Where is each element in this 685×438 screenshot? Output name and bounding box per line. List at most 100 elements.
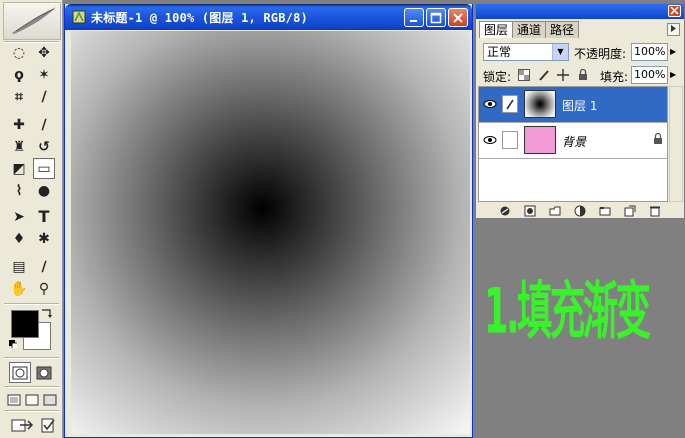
magic-wand-tool-icon: ✶ bbox=[38, 66, 50, 83]
panel-menu-arrow-icon bbox=[671, 25, 676, 32]
notes-tool-icon: ▤ bbox=[12, 258, 26, 275]
crop-tool-button[interactable]: ⌗ bbox=[8, 86, 30, 107]
panel-title-bar[interactable] bbox=[476, 4, 684, 19]
layer-row-layer1[interactable]: 图层 1 bbox=[479, 87, 667, 123]
lock-label: 锁定: bbox=[483, 70, 512, 84]
toolbox: ◌ ✥ ϙ ✶ ⌗ ∕ ✚ ∕ ♜ ↺ ◩ ▭ ⌇ ● ➤ T ♦ ✱ ▤ ∕ ✋ ⚲ bbox=[0, 0, 63, 438]
lasso-tool-button[interactable]: ϙ bbox=[8, 64, 30, 85]
magic-wand-tool-button[interactable]: ✶ bbox=[33, 64, 55, 85]
toolbox-separator bbox=[4, 357, 59, 359]
panel-tabs: 图层 通道 路径 bbox=[479, 21, 580, 38]
jump-to-imageready-button[interactable] bbox=[9, 414, 35, 435]
eye-visibility-icon[interactable] bbox=[482, 132, 498, 148]
toolbox-separator bbox=[4, 303, 59, 305]
background-thumbnail[interactable] bbox=[524, 126, 556, 154]
zoom-tool-button[interactable]: ⚲ bbox=[33, 278, 55, 299]
tab-paths[interactable]: 路径 bbox=[545, 21, 580, 38]
dodge-tool-button[interactable]: ● bbox=[33, 180, 55, 201]
standard-mode-button[interactable] bbox=[9, 362, 31, 383]
blend-mode-value: 正常 bbox=[487, 45, 512, 59]
toolbox-separator bbox=[4, 410, 59, 412]
move-tool-button[interactable]: ✥ bbox=[33, 42, 55, 63]
layer1-thumbnail[interactable] bbox=[524, 90, 556, 118]
photoshop-document-icon bbox=[71, 9, 87, 25]
feather-logo[interactable] bbox=[3, 2, 61, 40]
document-title: 未标题-1 @ 100% (图层 1, RGB/8) bbox=[91, 10, 308, 25]
brush-tool-icon: ∕ bbox=[41, 116, 47, 133]
new-layer-icon[interactable] bbox=[623, 205, 637, 217]
fill-slider-arrow-icon[interactable]: ▶ bbox=[670, 70, 676, 79]
brush-tool-button[interactable]: ∕ bbox=[33, 114, 55, 135]
lasso-tool-icon: ϙ bbox=[14, 66, 24, 83]
brush-edit-icon[interactable] bbox=[502, 95, 518, 113]
blend-mode-select[interactable]: 正常 ▼ bbox=[483, 43, 569, 61]
panel-menu-button[interactable] bbox=[667, 23, 680, 36]
swap-colors-icon[interactable] bbox=[40, 306, 54, 320]
layer-row-background[interactable]: 背景 bbox=[479, 123, 667, 159]
foreground-color-swatch[interactable] bbox=[11, 310, 39, 338]
close-icon bbox=[670, 6, 679, 15]
lock-all-icon[interactable] bbox=[576, 68, 590, 82]
lock-row: 锁定: 填充: 100% ▶ bbox=[476, 65, 684, 85]
eyedropper-tool-button[interactable]: ∕ bbox=[33, 256, 55, 277]
opacity-label: 不透明度: bbox=[574, 47, 627, 61]
checkmark-document-icon bbox=[41, 418, 55, 432]
layers-scrollbar[interactable] bbox=[669, 86, 683, 202]
gradient-tool-button[interactable]: ▭ bbox=[33, 158, 55, 179]
path-selection-tool-button[interactable]: ➤ bbox=[8, 206, 30, 227]
history-brush-tool-button[interactable]: ↺ bbox=[33, 136, 55, 157]
document-title-bar[interactable]: 未标题-1 @ 100% (图层 1, RGB/8) bbox=[65, 4, 472, 30]
pen-tool-button[interactable]: ♦ bbox=[8, 228, 30, 249]
canvas-radial-gradient[interactable] bbox=[71, 31, 470, 434]
tab-channels[interactable]: 通道 bbox=[512, 21, 547, 38]
blur-tool-button[interactable]: ⌇ bbox=[8, 180, 30, 201]
maximize-button[interactable] bbox=[426, 8, 446, 27]
layer-name: 图层 1 bbox=[562, 99, 598, 113]
delete-layer-trash-icon[interactable] bbox=[648, 205, 662, 217]
minimize-button[interactable] bbox=[404, 8, 424, 27]
bridge-button[interactable] bbox=[37, 414, 59, 435]
blur-tool-icon: ⌇ bbox=[15, 182, 23, 199]
new-fill-adjustment-layer-icon[interactable] bbox=[573, 205, 587, 217]
notes-tool-button[interactable]: ▤ bbox=[8, 256, 30, 277]
fill-input[interactable]: 100% bbox=[631, 66, 668, 84]
clone-stamp-tool-icon: ♜ bbox=[12, 138, 26, 155]
link-box[interactable] bbox=[502, 131, 518, 149]
gradient-tool-icon: ▭ bbox=[37, 160, 51, 177]
quick-mask-button[interactable] bbox=[33, 362, 55, 383]
screen-mode-full-button[interactable] bbox=[41, 389, 58, 410]
healing-brush-tool-button[interactable]: ✚ bbox=[8, 114, 30, 135]
screen-mode-menubar-button[interactable] bbox=[23, 389, 40, 410]
add-mask-icon[interactable] bbox=[548, 205, 562, 217]
fill-label: 填充: bbox=[600, 70, 629, 84]
hand-tool-icon: ✋ bbox=[10, 280, 28, 297]
chevron-down-icon: ▼ bbox=[552, 44, 568, 60]
slice-tool-button[interactable]: ∕ bbox=[33, 86, 55, 107]
opacity-slider-arrow-icon[interactable]: ▶ bbox=[670, 47, 676, 56]
imageready-icon bbox=[11, 419, 34, 431]
new-group-icon[interactable] bbox=[598, 205, 612, 217]
eye-visibility-icon[interactable] bbox=[482, 96, 498, 112]
tab-layers[interactable]: 图层 bbox=[479, 21, 514, 38]
hand-tool-button[interactable]: ✋ bbox=[8, 278, 30, 299]
screen-mode-standard-button[interactable] bbox=[5, 389, 22, 410]
opacity-input[interactable]: 100% bbox=[631, 43, 668, 61]
panel-close-button[interactable] bbox=[668, 5, 681, 17]
close-button[interactable] bbox=[448, 8, 468, 27]
screen-menubar-icon bbox=[25, 394, 38, 405]
link-layers-icon[interactable] bbox=[498, 205, 512, 217]
layer-name: 背景 bbox=[562, 135, 587, 149]
move-tool-icon: ✥ bbox=[38, 44, 50, 61]
type-tool-button[interactable]: T bbox=[33, 206, 55, 227]
clone-stamp-tool-button[interactable]: ♜ bbox=[8, 136, 30, 157]
document-window: 未标题-1 @ 100% (图层 1, RGB/8) bbox=[64, 4, 473, 438]
default-colors-icon[interactable] bbox=[9, 340, 17, 348]
lock-position-move-icon[interactable] bbox=[556, 68, 570, 82]
marquee-tool-button[interactable]: ◌ bbox=[8, 42, 30, 63]
custom-shape-tool-button[interactable]: ✱ bbox=[33, 228, 55, 249]
add-layer-style-icon[interactable] bbox=[523, 205, 537, 217]
eraser-tool-button[interactable]: ◩ bbox=[8, 158, 30, 179]
lock-image-brush-icon[interactable] bbox=[537, 68, 551, 82]
history-brush-tool-icon: ↺ bbox=[38, 138, 50, 155]
lock-transparency-icon[interactable] bbox=[517, 68, 531, 82]
